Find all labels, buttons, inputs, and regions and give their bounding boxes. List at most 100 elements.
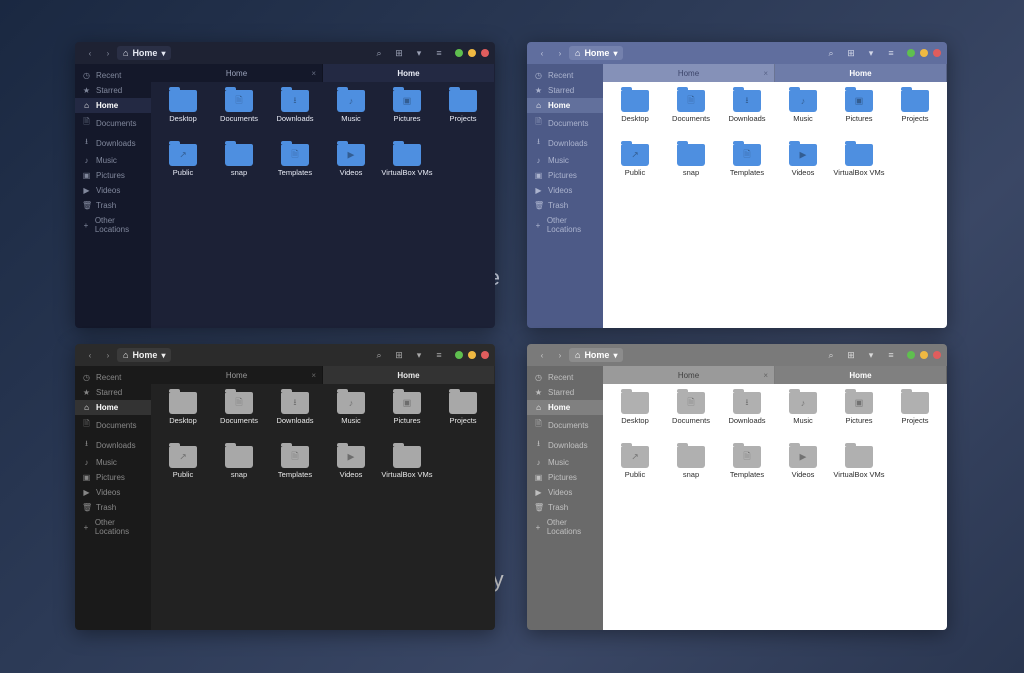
folder-item[interactable]: snap: [663, 446, 719, 498]
close-button[interactable]: [933, 49, 941, 57]
tab-close-icon[interactable]: ×: [763, 69, 768, 78]
folder-item[interactable]: ♪Music: [323, 90, 379, 142]
minimize-button[interactable]: [907, 49, 915, 57]
folder-grid[interactable]: Desktop🗎Documents⭳Downloads♪Music▣Pictur…: [603, 384, 947, 630]
sidebar-item[interactable]: ★Starred: [527, 83, 603, 98]
tab[interactable]: Home: [323, 366, 495, 384]
search-button[interactable]: ⌕: [824, 46, 838, 60]
nav-back-button[interactable]: ‹: [83, 348, 97, 362]
minimize-button[interactable]: [907, 351, 915, 359]
folder-item[interactable]: 🗎Documents: [663, 392, 719, 444]
folder-item[interactable]: 🗎Templates: [719, 446, 775, 498]
sidebar-item[interactable]: +Other Locations: [527, 213, 603, 237]
sidebar-item[interactable]: ◷Recent: [527, 370, 603, 385]
folder-item[interactable]: ↗Public: [155, 446, 211, 498]
folder-item[interactable]: Projects: [435, 90, 491, 142]
folder-item[interactable]: VirtualBox VMs: [379, 144, 435, 196]
folder-item[interactable]: VirtualBox VMs: [831, 446, 887, 498]
sidebar-item[interactable]: ♪Music: [75, 153, 151, 168]
maximize-button[interactable]: [920, 351, 928, 359]
tab-close-icon[interactable]: ×: [311, 371, 316, 380]
folder-item[interactable]: snap: [663, 144, 719, 196]
folder-grid[interactable]: Desktop🗎Documents⭳Downloads♪Music▣Pictur…: [151, 384, 495, 630]
folder-item[interactable]: Desktop: [607, 90, 663, 142]
nav-forward-button[interactable]: ›: [553, 348, 567, 362]
sidebar-item[interactable]: ⌂Home: [75, 400, 151, 415]
folder-item[interactable]: snap: [211, 446, 267, 498]
sidebar-item[interactable]: ★Starred: [75, 385, 151, 400]
folder-item[interactable]: ♪Music: [775, 90, 831, 142]
sidebar-item[interactable]: ⌂Home: [527, 98, 603, 113]
folder-grid[interactable]: Desktop🗎Documents⭳Downloads♪Music▣Pictur…: [603, 82, 947, 328]
sidebar-item[interactable]: 🗎Documents: [75, 415, 151, 435]
sidebar-item[interactable]: ⭳Downloads: [75, 133, 151, 153]
location-button[interactable]: ⌂Home▾: [117, 348, 171, 362]
nav-back-button[interactable]: ‹: [535, 46, 549, 60]
sidebar-item[interactable]: ▣Pictures: [75, 470, 151, 485]
nav-back-button[interactable]: ‹: [535, 348, 549, 362]
menu-button[interactable]: ≡: [884, 348, 898, 362]
tab[interactable]: Home: [775, 366, 947, 384]
sidebar-item[interactable]: 🗎Documents: [75, 113, 151, 133]
sidebar-item[interactable]: ★Starred: [527, 385, 603, 400]
nav-forward-button[interactable]: ›: [553, 46, 567, 60]
sidebar-item[interactable]: ⭳Downloads: [527, 133, 603, 153]
sidebar-item[interactable]: ♪Music: [75, 455, 151, 470]
folder-item[interactable]: ▶Videos: [775, 446, 831, 498]
sidebar-item[interactable]: +Other Locations: [75, 213, 151, 237]
sidebar-item[interactable]: ♪Music: [527, 455, 603, 470]
minimize-button[interactable]: [455, 49, 463, 57]
sidebar-item[interactable]: ⌂Home: [75, 98, 151, 113]
nav-back-button[interactable]: ‹: [83, 46, 97, 60]
tab[interactable]: Home×: [603, 366, 775, 384]
sidebar-item[interactable]: ◷Recent: [527, 68, 603, 83]
view-toggle-button[interactable]: ⊞: [844, 46, 858, 60]
tab[interactable]: Home×: [151, 366, 323, 384]
tab[interactable]: Home: [775, 64, 947, 82]
sidebar-item[interactable]: ▣Pictures: [527, 168, 603, 183]
location-button[interactable]: ⌂Home▾: [569, 348, 623, 362]
folder-item[interactable]: 🗎Documents: [211, 392, 267, 444]
folder-item[interactable]: ▣Pictures: [831, 392, 887, 444]
tab-close-icon[interactable]: ×: [763, 371, 768, 380]
folder-item[interactable]: VirtualBox VMs: [379, 446, 435, 498]
sidebar-item[interactable]: 🗎Documents: [527, 415, 603, 435]
sidebar-item[interactable]: 🗑Trash: [527, 500, 603, 515]
close-button[interactable]: [933, 351, 941, 359]
search-button[interactable]: ⌕: [372, 46, 386, 60]
location-button[interactable]: ⌂Home▾: [117, 46, 171, 60]
folder-item[interactable]: Desktop: [155, 90, 211, 142]
maximize-button[interactable]: [468, 351, 476, 359]
nav-forward-button[interactable]: ›: [101, 348, 115, 362]
folder-item[interactable]: Desktop: [607, 392, 663, 444]
maximize-button[interactable]: [920, 49, 928, 57]
menu-button[interactable]: ≡: [432, 348, 446, 362]
menu-button[interactable]: ≡: [884, 46, 898, 60]
folder-item[interactable]: ▶Videos: [323, 446, 379, 498]
sidebar-item[interactable]: ▶Videos: [527, 183, 603, 198]
folder-item[interactable]: ▶Videos: [323, 144, 379, 196]
folder-item[interactable]: ▣Pictures: [831, 90, 887, 142]
folder-item[interactable]: ⭳Downloads: [267, 392, 323, 444]
folder-item[interactable]: 🗎Documents: [211, 90, 267, 142]
sidebar-item[interactable]: ▣Pictures: [527, 470, 603, 485]
sidebar-item[interactable]: ★Starred: [75, 83, 151, 98]
nav-forward-button[interactable]: ›: [101, 46, 115, 60]
tab-close-icon[interactable]: ×: [311, 69, 316, 78]
tab[interactable]: Home: [323, 64, 495, 82]
sidebar-item[interactable]: 🗑Trash: [75, 198, 151, 213]
folder-item[interactable]: ↗Public: [607, 144, 663, 196]
folder-item[interactable]: Projects: [435, 392, 491, 444]
folder-item[interactable]: Projects: [887, 392, 943, 444]
search-button[interactable]: ⌕: [824, 348, 838, 362]
folder-grid[interactable]: Desktop🗎Documents⭳Downloads♪Music▣Pictur…: [151, 82, 495, 328]
folder-item[interactable]: ▶Videos: [775, 144, 831, 196]
zoom-button[interactable]: ▾: [864, 46, 878, 60]
folder-item[interactable]: ↗Public: [607, 446, 663, 498]
sidebar-item[interactable]: 🗑Trash: [75, 500, 151, 515]
location-button[interactable]: ⌂Home▾: [569, 46, 623, 60]
folder-item[interactable]: VirtualBox VMs: [831, 144, 887, 196]
folder-item[interactable]: 🗎Templates: [719, 144, 775, 196]
folder-item[interactable]: Desktop: [155, 392, 211, 444]
close-button[interactable]: [481, 49, 489, 57]
